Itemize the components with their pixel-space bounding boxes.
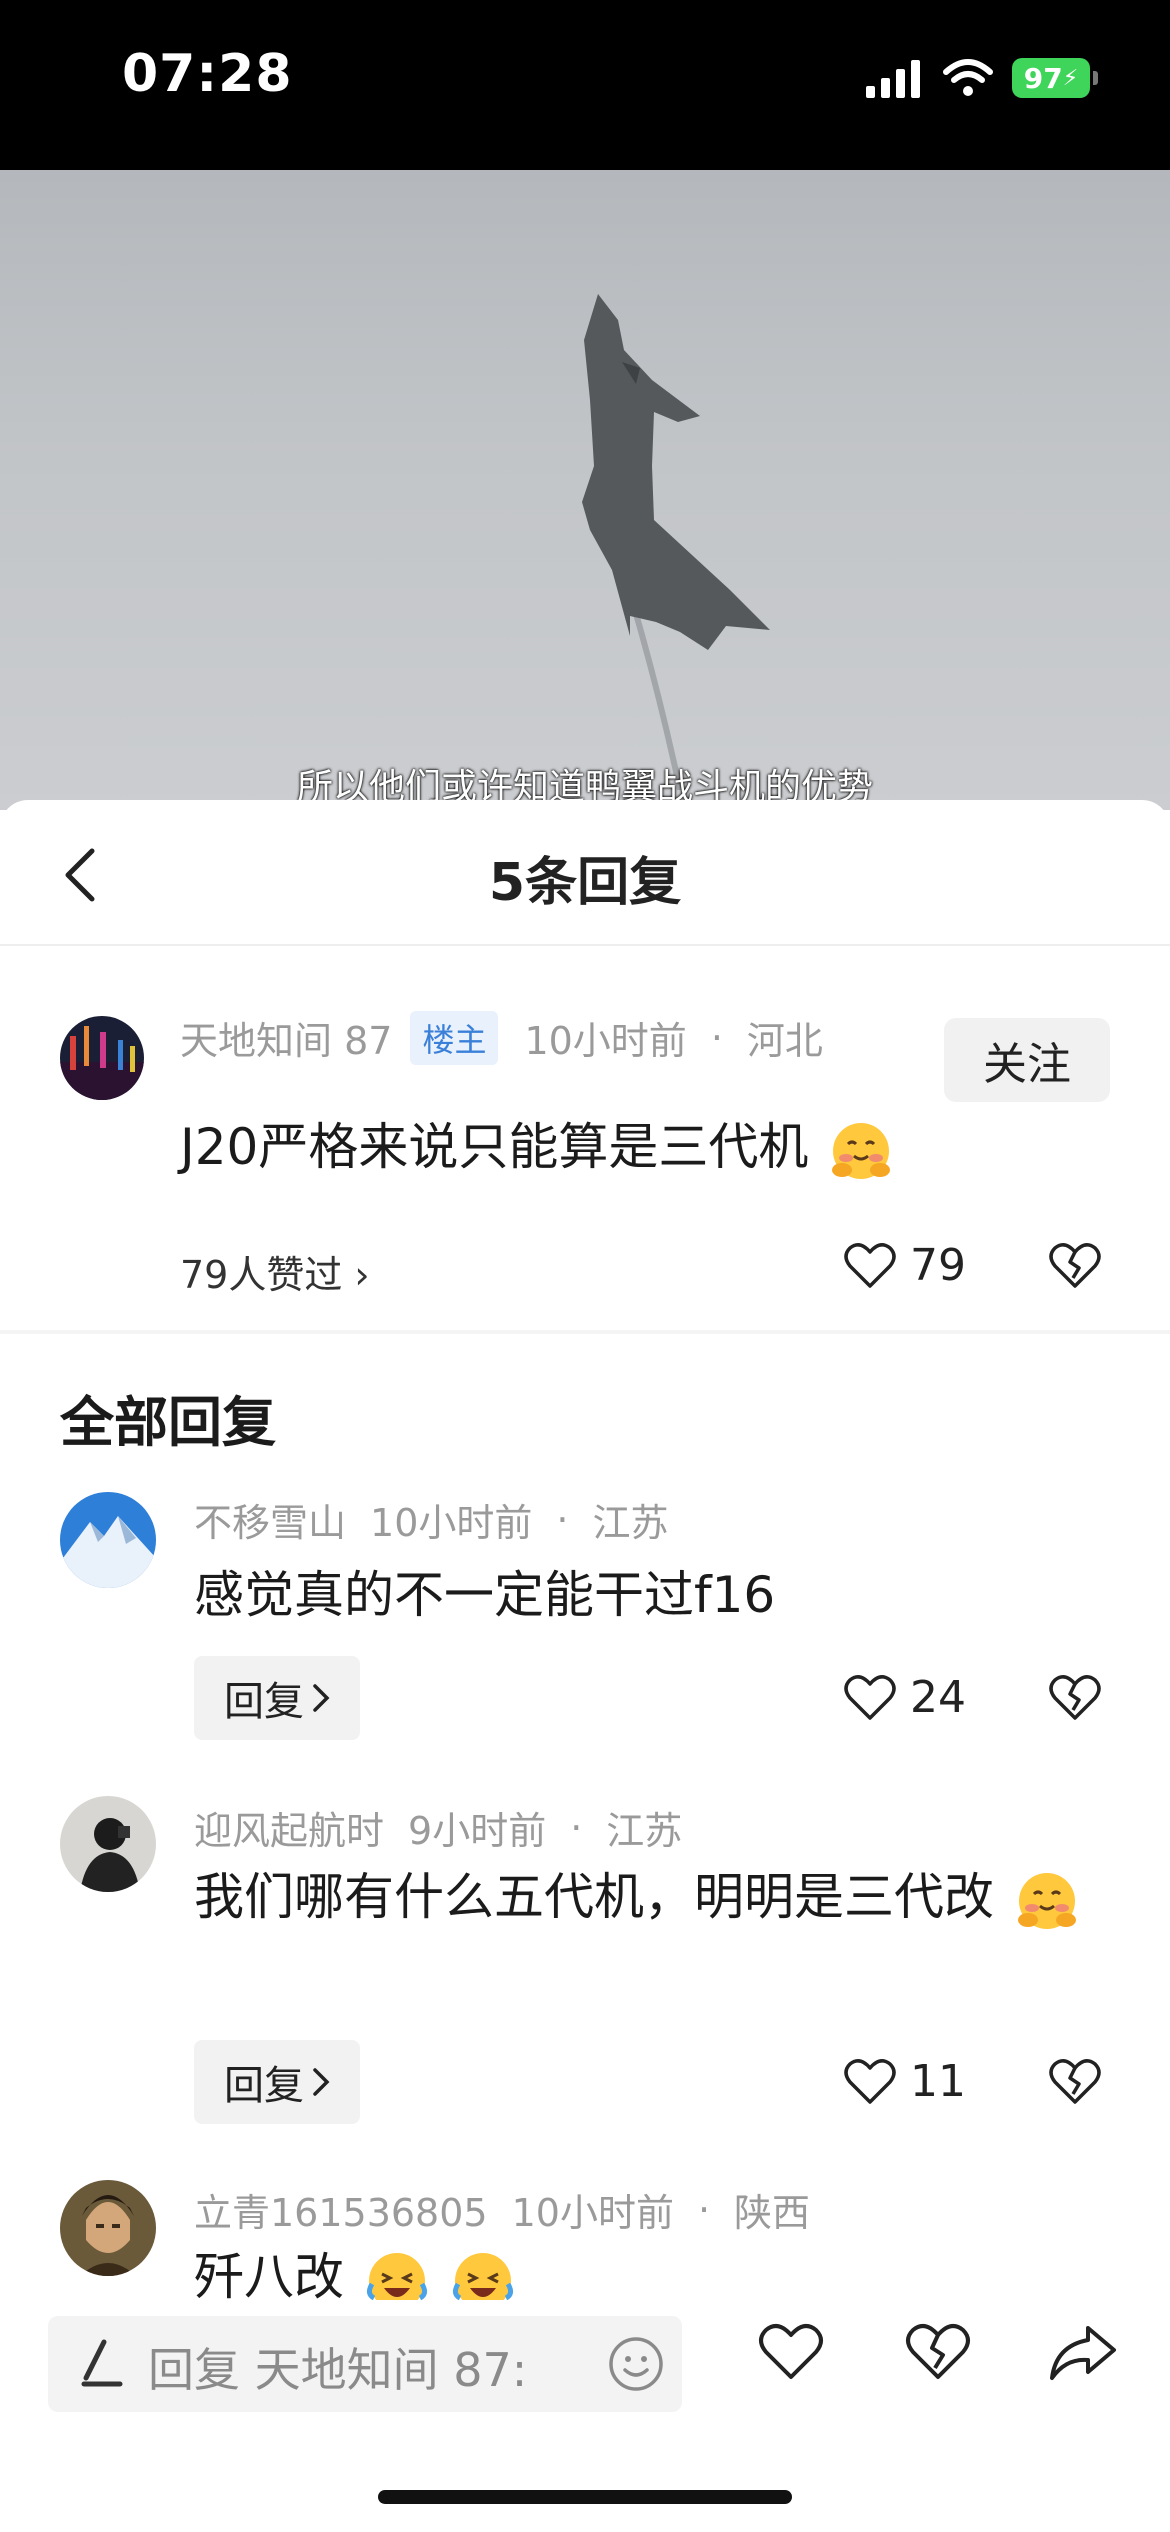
- op-comment-body: J20严格来说只能算是三代机: [180, 1118, 809, 1176]
- video-player[interactable]: 所以他们或许知道鸭翼战斗机的优势: [0, 170, 1170, 810]
- reply-username[interactable]: 立青161536805: [194, 2182, 488, 2237]
- reply-time: 9小时前: [408, 1809, 547, 1853]
- op-time: 10小时前: [524, 1019, 687, 1063]
- reply-meta: 立青161536805 10小时前 · 陕西: [194, 2182, 810, 2237]
- avatar-image: [60, 1492, 156, 1588]
- separator: ·: [697, 2187, 711, 2232]
- heart-icon: [844, 1242, 896, 1288]
- reply-like-button[interactable]: 24: [844, 1672, 966, 1723]
- all-replies-title: 全部回复: [60, 1391, 276, 1454]
- likers-link[interactable]: 79人赞过 ›: [180, 1244, 370, 1299]
- broken-heart-icon[interactable]: [1048, 2058, 1102, 2106]
- share-icon[interactable]: [1048, 2322, 1118, 2382]
- op-like-count: 79: [910, 1240, 966, 1291]
- heart-icon[interactable]: [758, 2322, 824, 2382]
- reply-username[interactable]: 不移雪山: [194, 1492, 346, 1547]
- battery-icon: 97 ⚡: [1012, 58, 1098, 98]
- avatar-image: [60, 1016, 144, 1100]
- op-like-button[interactable]: 79: [844, 1240, 966, 1291]
- pen-icon: [81, 2339, 123, 2387]
- reply-text: 我们哪有什么五代机，明明是三代改: [194, 1860, 1094, 1934]
- reply-button[interactable]: 回复: [194, 1656, 360, 1740]
- avatar[interactable]: [60, 1796, 156, 1892]
- op-meta: 天地知间 87 楼主 10小时前 · 河北: [180, 1010, 823, 1065]
- reply-input-placeholder: 回复 天地知间 87:: [148, 2343, 528, 2397]
- sheet-header: 5条回复: [0, 800, 1170, 946]
- broken-heart-icon[interactable]: [904, 2322, 972, 2382]
- home-indicator[interactable]: [378, 2490, 792, 2504]
- fighter-jet-image: [582, 294, 770, 790]
- reply-time: 10小时前: [511, 2191, 674, 2235]
- smiley-icon[interactable]: [606, 2334, 666, 2394]
- reply-text-body: 我们哪有什么五代机，明明是三代改: [194, 1868, 994, 1926]
- divider: [0, 1330, 1170, 1334]
- reply-button-label: 回复: [224, 1679, 304, 1725]
- reply-location: 陕西: [734, 2191, 811, 2235]
- reply-like-count: 11: [910, 2056, 966, 2107]
- reply-time: 10小时前: [370, 1501, 533, 1545]
- replies-sheet: 5条回复 天地知间 87 楼主 10小时前 · 河北 关注 J20严格来说只能算…: [0, 800, 1170, 2532]
- avatar[interactable]: [60, 1016, 144, 1100]
- op-username[interactable]: 天地知间 87: [180, 1010, 392, 1065]
- heart-icon: [844, 2058, 896, 2104]
- hug-emoji: [832, 1122, 891, 1179]
- reply-like-button[interactable]: 11: [844, 2056, 966, 2107]
- op-location: 河北: [746, 1019, 823, 1063]
- reply-like-count: 24: [910, 1672, 966, 1723]
- status-bar: 07:28 97 ⚡: [0, 0, 1170, 170]
- op-comment-text: J20严格来说只能算是三代机: [180, 1110, 894, 1184]
- separator: ·: [570, 1805, 583, 1850]
- avatar[interactable]: [60, 1492, 156, 1588]
- status-time: 07:28: [122, 44, 293, 104]
- chevron-right-icon: [313, 1684, 330, 1712]
- host-badge: 楼主: [410, 1010, 499, 1065]
- wifi-icon: [943, 59, 993, 96]
- hug-emoji: [1017, 1872, 1076, 1929]
- broken-heart-icon[interactable]: [1048, 1242, 1102, 1290]
- battery-level: 97: [1023, 61, 1063, 95]
- reply-input[interactable]: 回复 天地知间 87:: [48, 2316, 682, 2412]
- follow-button[interactable]: 关注: [944, 1018, 1110, 1102]
- reply-username[interactable]: 迎风起航时: [194, 1800, 384, 1855]
- avatar-image: [60, 1796, 156, 1892]
- chevron-right-icon: [313, 2068, 330, 2096]
- reply-text: 感觉真的不一定能干过f16: [194, 1566, 776, 1624]
- separator: ·: [710, 1015, 723, 1060]
- reply-button-label: 回复: [224, 2063, 304, 2109]
- heart-icon: [844, 1674, 896, 1720]
- reply-button[interactable]: 回复: [194, 2040, 360, 2124]
- signal-icon: [866, 60, 920, 98]
- status-icons: 97 ⚡: [864, 58, 1098, 98]
- reply-location: 江苏: [592, 1501, 669, 1545]
- sheet-title: 5条回复: [488, 853, 682, 913]
- reply-text-body: 歼八改: [194, 2248, 344, 2306]
- reply-location: 江苏: [606, 1809, 683, 1853]
- avatar[interactable]: [60, 2180, 156, 2276]
- charging-bolt: ⚡: [1062, 65, 1079, 91]
- separator: ·: [556, 1497, 569, 1542]
- reply-meta: 迎风起航时 9小时前 · 江苏: [194, 1800, 682, 1855]
- avatar-image: [60, 2180, 156, 2276]
- broken-heart-icon[interactable]: [1048, 1674, 1102, 1722]
- reply-meta: 不移雪山 10小时前 · 江苏: [194, 1492, 668, 1547]
